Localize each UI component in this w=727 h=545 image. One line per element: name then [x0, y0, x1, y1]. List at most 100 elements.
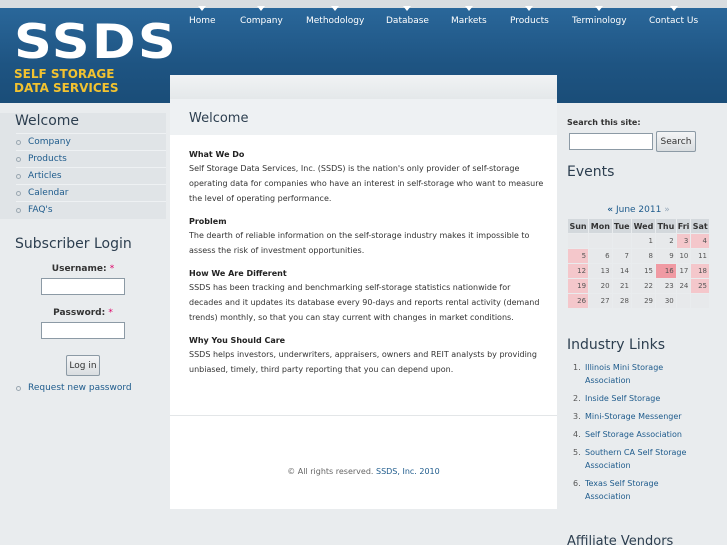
calendar-day[interactable]: 23: [656, 279, 676, 293]
calendar-day[interactable]: 9: [656, 249, 676, 263]
subscriber-login: Subscriber Login Username: * Password: *…: [0, 236, 166, 393]
sidebar-item-articles[interactable]: Articles: [16, 167, 166, 184]
sidebar-item-faqs[interactable]: FAQ's: [16, 201, 166, 218]
site-logo[interactable]: SSDS SELF STORAGE DATA SERVICES: [14, 19, 176, 95]
nav-company[interactable]: Company: [240, 6, 283, 26]
login-button[interactable]: Log in: [66, 355, 100, 376]
weekday-header: Sun: [568, 219, 589, 233]
section-heading: Why You Should Care: [189, 336, 286, 345]
section-text: The dearth of reliable information on th…: [189, 231, 530, 255]
section-text: Self Storage Data Services, Inc. (SSDS) …: [189, 164, 544, 203]
request-password-item: Request new password: [0, 383, 166, 393]
calendar-day[interactable]: 1: [631, 234, 655, 248]
section-heading: How We Are Different: [189, 269, 287, 278]
calendar-day[interactable]: 15: [631, 264, 655, 278]
nav-products[interactable]: Products: [510, 6, 549, 26]
events-heading: Events: [567, 164, 615, 180]
nav-contact-us[interactable]: Contact Us: [649, 6, 698, 26]
calendar-day[interactable]: 3: [676, 234, 691, 248]
chevron-down-icon: [595, 6, 604, 11]
calendar-day[interactable]: 12: [568, 264, 589, 278]
calendar-day[interactable]: 8: [631, 249, 655, 263]
calendar-day[interactable]: 14: [612, 264, 631, 278]
calendar-day-today[interactable]: 16: [656, 264, 676, 278]
calendar-prev-button[interactable]: «: [607, 205, 613, 215]
bullet-icon: [16, 386, 21, 391]
list-item: 2. Inside Self Storage: [573, 394, 661, 403]
calendar-day[interactable]: 7: [612, 249, 631, 263]
section-text: SSDS helps investors, underwriters, appr…: [189, 350, 537, 374]
calendar-day[interactable]: 18: [691, 264, 709, 278]
calendar-day[interactable]: 11: [691, 249, 709, 263]
nav-database[interactable]: Database: [386, 6, 429, 26]
search-button[interactable]: Search: [656, 131, 696, 152]
calendar-month: June 2011: [615, 205, 662, 215]
calendar-day[interactable]: 4: [691, 234, 709, 248]
calendar-day[interactable]: 17: [676, 264, 691, 278]
password-label: Password: *: [53, 308, 113, 318]
weekday-header: Wed: [631, 219, 655, 233]
calendar-next-button[interactable]: »: [664, 205, 670, 215]
footer-link[interactable]: SSDS, Inc. 2010: [376, 467, 440, 476]
nav-home[interactable]: Home: [189, 6, 216, 26]
sidebar-welcome: Welcome Company Products Articles Calend…: [0, 113, 166, 219]
main-title-bar: Welcome: [170, 99, 557, 135]
logo-tagline-2: DATA SERVICES: [14, 81, 119, 95]
calendar-day[interactable]: 20: [589, 279, 612, 293]
main-top-band: [170, 75, 557, 99]
sidebar-item-products[interactable]: Products: [16, 150, 166, 167]
request-password-link[interactable]: Request new password: [15, 383, 132, 393]
industry-link[interactable]: Mini-Storage Messenger: [585, 412, 682, 421]
calendar-day[interactable]: 27: [589, 294, 612, 308]
bullet-icon: [16, 208, 21, 213]
page-title: Welcome: [189, 111, 249, 126]
calendar-day[interactable]: 25: [691, 279, 709, 293]
calendar-day[interactable]: 19: [568, 279, 589, 293]
calendar-header: « June 2011 »: [567, 203, 710, 218]
industry-link[interactable]: Self Storage Association: [585, 430, 682, 439]
industry-link[interactable]: Southern CA Self Storage Association: [585, 448, 686, 470]
weekday-header: Mon: [589, 219, 612, 233]
chevron-down-icon: [464, 6, 473, 11]
right-sidebar: Search this site: Search Events: [567, 113, 727, 180]
calendar-day[interactable]: 10: [676, 249, 691, 263]
nav-markets[interactable]: Markets: [451, 6, 487, 26]
calendar-day[interactable]: 5: [568, 249, 589, 263]
calendar-day: [568, 234, 589, 248]
calendar-day[interactable]: 24: [676, 279, 691, 293]
sidebar-item-calendar[interactable]: Calendar: [16, 184, 166, 201]
calendar-day[interactable]: 26: [568, 294, 589, 308]
password-input[interactable]: [41, 322, 125, 339]
username-label: Username: *: [51, 264, 115, 274]
chevron-down-icon: [257, 6, 266, 11]
sidebar-item-company[interactable]: Company: [16, 133, 166, 150]
list-item: 4. Self Storage Association: [573, 430, 682, 439]
calendar-day[interactable]: 2: [656, 234, 676, 248]
industry-link[interactable]: Illinois Mini Storage Association: [585, 363, 663, 385]
calendar-day[interactable]: 6: [589, 249, 612, 263]
industry-links: Industry Links 1. Illinois Mini Storage As…: [567, 337, 727, 508]
calendar-day[interactable]: 21: [612, 279, 631, 293]
nav-terminology[interactable]: Terminology: [572, 6, 627, 26]
login-heading: Subscriber Login: [15, 236, 132, 252]
chevron-down-icon: [331, 6, 340, 11]
bullet-icon: [16, 140, 21, 145]
list-item: 3. Mini-Storage Messenger: [573, 412, 682, 421]
calendar-day[interactable]: 30: [656, 294, 676, 308]
nav-methodology[interactable]: Methodology: [306, 6, 364, 26]
bullet-icon: [16, 174, 21, 179]
sidebar-menu: Company Products Articles Calendar FAQ's: [0, 133, 166, 218]
industry-link[interactable]: Inside Self Storage: [585, 394, 660, 403]
search-input[interactable]: [569, 133, 653, 150]
calendar-day[interactable]: 28: [612, 294, 631, 308]
affiliate-vendors-heading: Affiliate Vendors: [567, 534, 674, 545]
calendar-day[interactable]: 22: [631, 279, 655, 293]
bullet-icon: [16, 191, 21, 196]
calendar-day[interactable]: 29: [631, 294, 655, 308]
bullet-icon: [16, 157, 21, 162]
chevron-down-icon: [669, 6, 678, 11]
username-input[interactable]: [41, 278, 125, 295]
calendar-day[interactable]: 13: [589, 264, 612, 278]
industry-link[interactable]: Texas Self Storage Association: [585, 479, 659, 501]
weekday-header: Fri: [676, 219, 691, 233]
